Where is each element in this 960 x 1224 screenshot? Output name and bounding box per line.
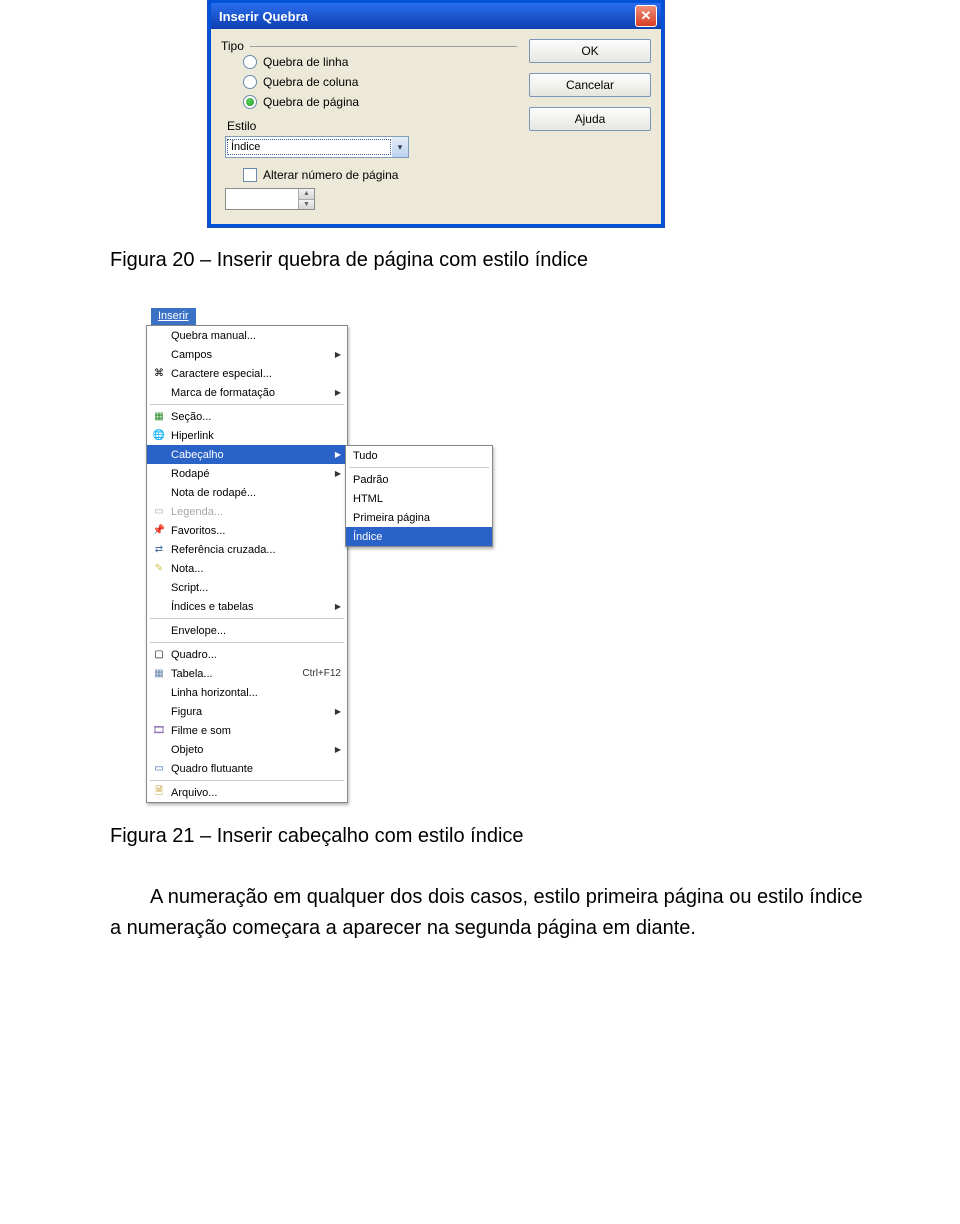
spinner-up-icon[interactable]: ▲ [298,189,314,199]
menubar-item-inserir[interactable]: Inserir [151,308,196,325]
menu-separator [150,404,344,405]
note-icon: ✎ [150,561,168,577]
submenu-item-tudo[interactable]: Tudo [346,446,492,465]
spinner-down-icon[interactable]: ▼ [298,199,314,210]
menu-item-script[interactable]: Script... [147,578,347,597]
menu-item-referencia-cruzada[interactable]: ⇄Referência cruzada... [147,540,347,559]
cancel-button[interactable]: Cancelar [529,73,651,97]
hyperlink-icon: 🌐 [150,428,168,444]
submenu-item-html[interactable]: HTML [346,489,492,508]
submenu-item-padrao[interactable]: Padrão [346,470,492,489]
label-estilo: Estilo [227,119,517,133]
crossref-icon: ⇄ [150,542,168,558]
menu-item-quadro[interactable]: ▢Quadro... [147,645,347,664]
menu-separator [150,642,344,643]
menu-item-caractere-especial[interactable]: ⌘Caractere especial... [147,364,347,383]
menu-item-campos[interactable]: Campos▶ [147,345,347,364]
menu-item-figura[interactable]: Figura▶ [147,702,347,721]
bookmark-icon: 📌 [150,523,168,539]
group-label-tipo: Tipo [221,39,244,53]
media-icon: 🎞 [150,723,168,739]
menu-item-nota[interactable]: ✎Nota... [147,559,347,578]
radio-quebra-coluna[interactable]: Quebra de coluna [243,75,517,89]
divider [250,46,517,47]
menu-item-filme-som[interactable]: 🎞Filme e som [147,721,347,740]
menu-item-secao[interactable]: ▦Seção... [147,407,347,426]
figure-20-caption: Figura 20 – Inserir quebra de página com… [0,249,960,272]
menu-item-cabecalho[interactable]: Cabeçalho▶ [147,445,347,464]
section-icon: ▦ [150,409,168,425]
table-icon: ▦ [150,666,168,682]
menu-separator [150,618,344,619]
body-paragraph: A numeração em qualquer dos dois casos, … [0,882,960,944]
menu-item-legenda[interactable]: ▭Legenda... [147,502,347,521]
special-char-icon: ⌘ [150,366,168,382]
menu-item-envelope[interactable]: Envelope... [147,621,347,640]
cabecalho-submenu: Tudo Padrão HTML Primeira página Índice [345,445,493,547]
insert-break-dialog: Inserir Quebra ✕ Tipo Quebra de linha Qu… [208,0,664,227]
checkbox-alterar-numero[interactable]: Alterar número de página [243,168,517,182]
menu-item-indices-tabelas[interactable]: Índices e tabelas▶ [147,597,347,616]
file-icon: 🗎 [150,785,168,801]
radio-quebra-pagina[interactable]: Quebra de página [243,95,517,109]
menu-item-rodape[interactable]: Rodapé▶ [147,464,347,483]
style-combobox[interactable]: Índice ▾ [225,136,409,158]
ok-button[interactable]: OK [529,39,651,63]
dialog-title: Inserir Quebra [219,9,308,24]
figure-21-caption: Figura 21 – Inserir cabeçalho com estilo… [0,825,960,848]
menu-item-quadro-flutuante[interactable]: ▭Quadro flutuante [147,759,347,778]
close-icon[interactable]: ✕ [635,5,657,27]
float-frame-icon: ▭ [150,761,168,777]
submenu-item-primeira-pagina[interactable]: Primeira página [346,508,492,527]
chevron-down-icon[interactable]: ▾ [392,137,408,157]
dialog-titlebar[interactable]: Inserir Quebra ✕ [211,3,661,29]
menu-item-tabela[interactable]: ▦Tabela...Ctrl+F12 [147,664,347,683]
style-value: Índice [227,139,391,155]
help-button[interactable]: Ajuda [529,107,651,131]
frame-icon: ▢ [150,647,168,663]
menu-item-marca-formatacao[interactable]: Marca de formatação▶ [147,383,347,402]
menu-item-linha-horizontal[interactable]: Linha horizontal... [147,683,347,702]
menu-item-favoritos[interactable]: 📌Favoritos... [147,521,347,540]
menu-item-quebra-manual[interactable]: Quebra manual... [147,326,347,345]
page-number-spinner[interactable]: ▲ ▼ [225,188,315,210]
insert-menu: Quebra manual... Campos▶ ⌘Caractere espe… [146,325,348,803]
submenu-item-indice[interactable]: Índice [346,527,492,546]
radio-quebra-linha[interactable]: Quebra de linha [243,55,517,69]
menu-item-hiperlink[interactable]: 🌐Hiperlink [147,426,347,445]
menu-item-arquivo[interactable]: 🗎Arquivo... [147,783,347,802]
menu-separator [349,467,489,468]
menu-separator [150,780,344,781]
menu-item-nota-rodape[interactable]: Nota de rodapé... [147,483,347,502]
menu-item-objeto[interactable]: Objeto▶ [147,740,347,759]
caption-icon: ▭ [150,504,168,520]
